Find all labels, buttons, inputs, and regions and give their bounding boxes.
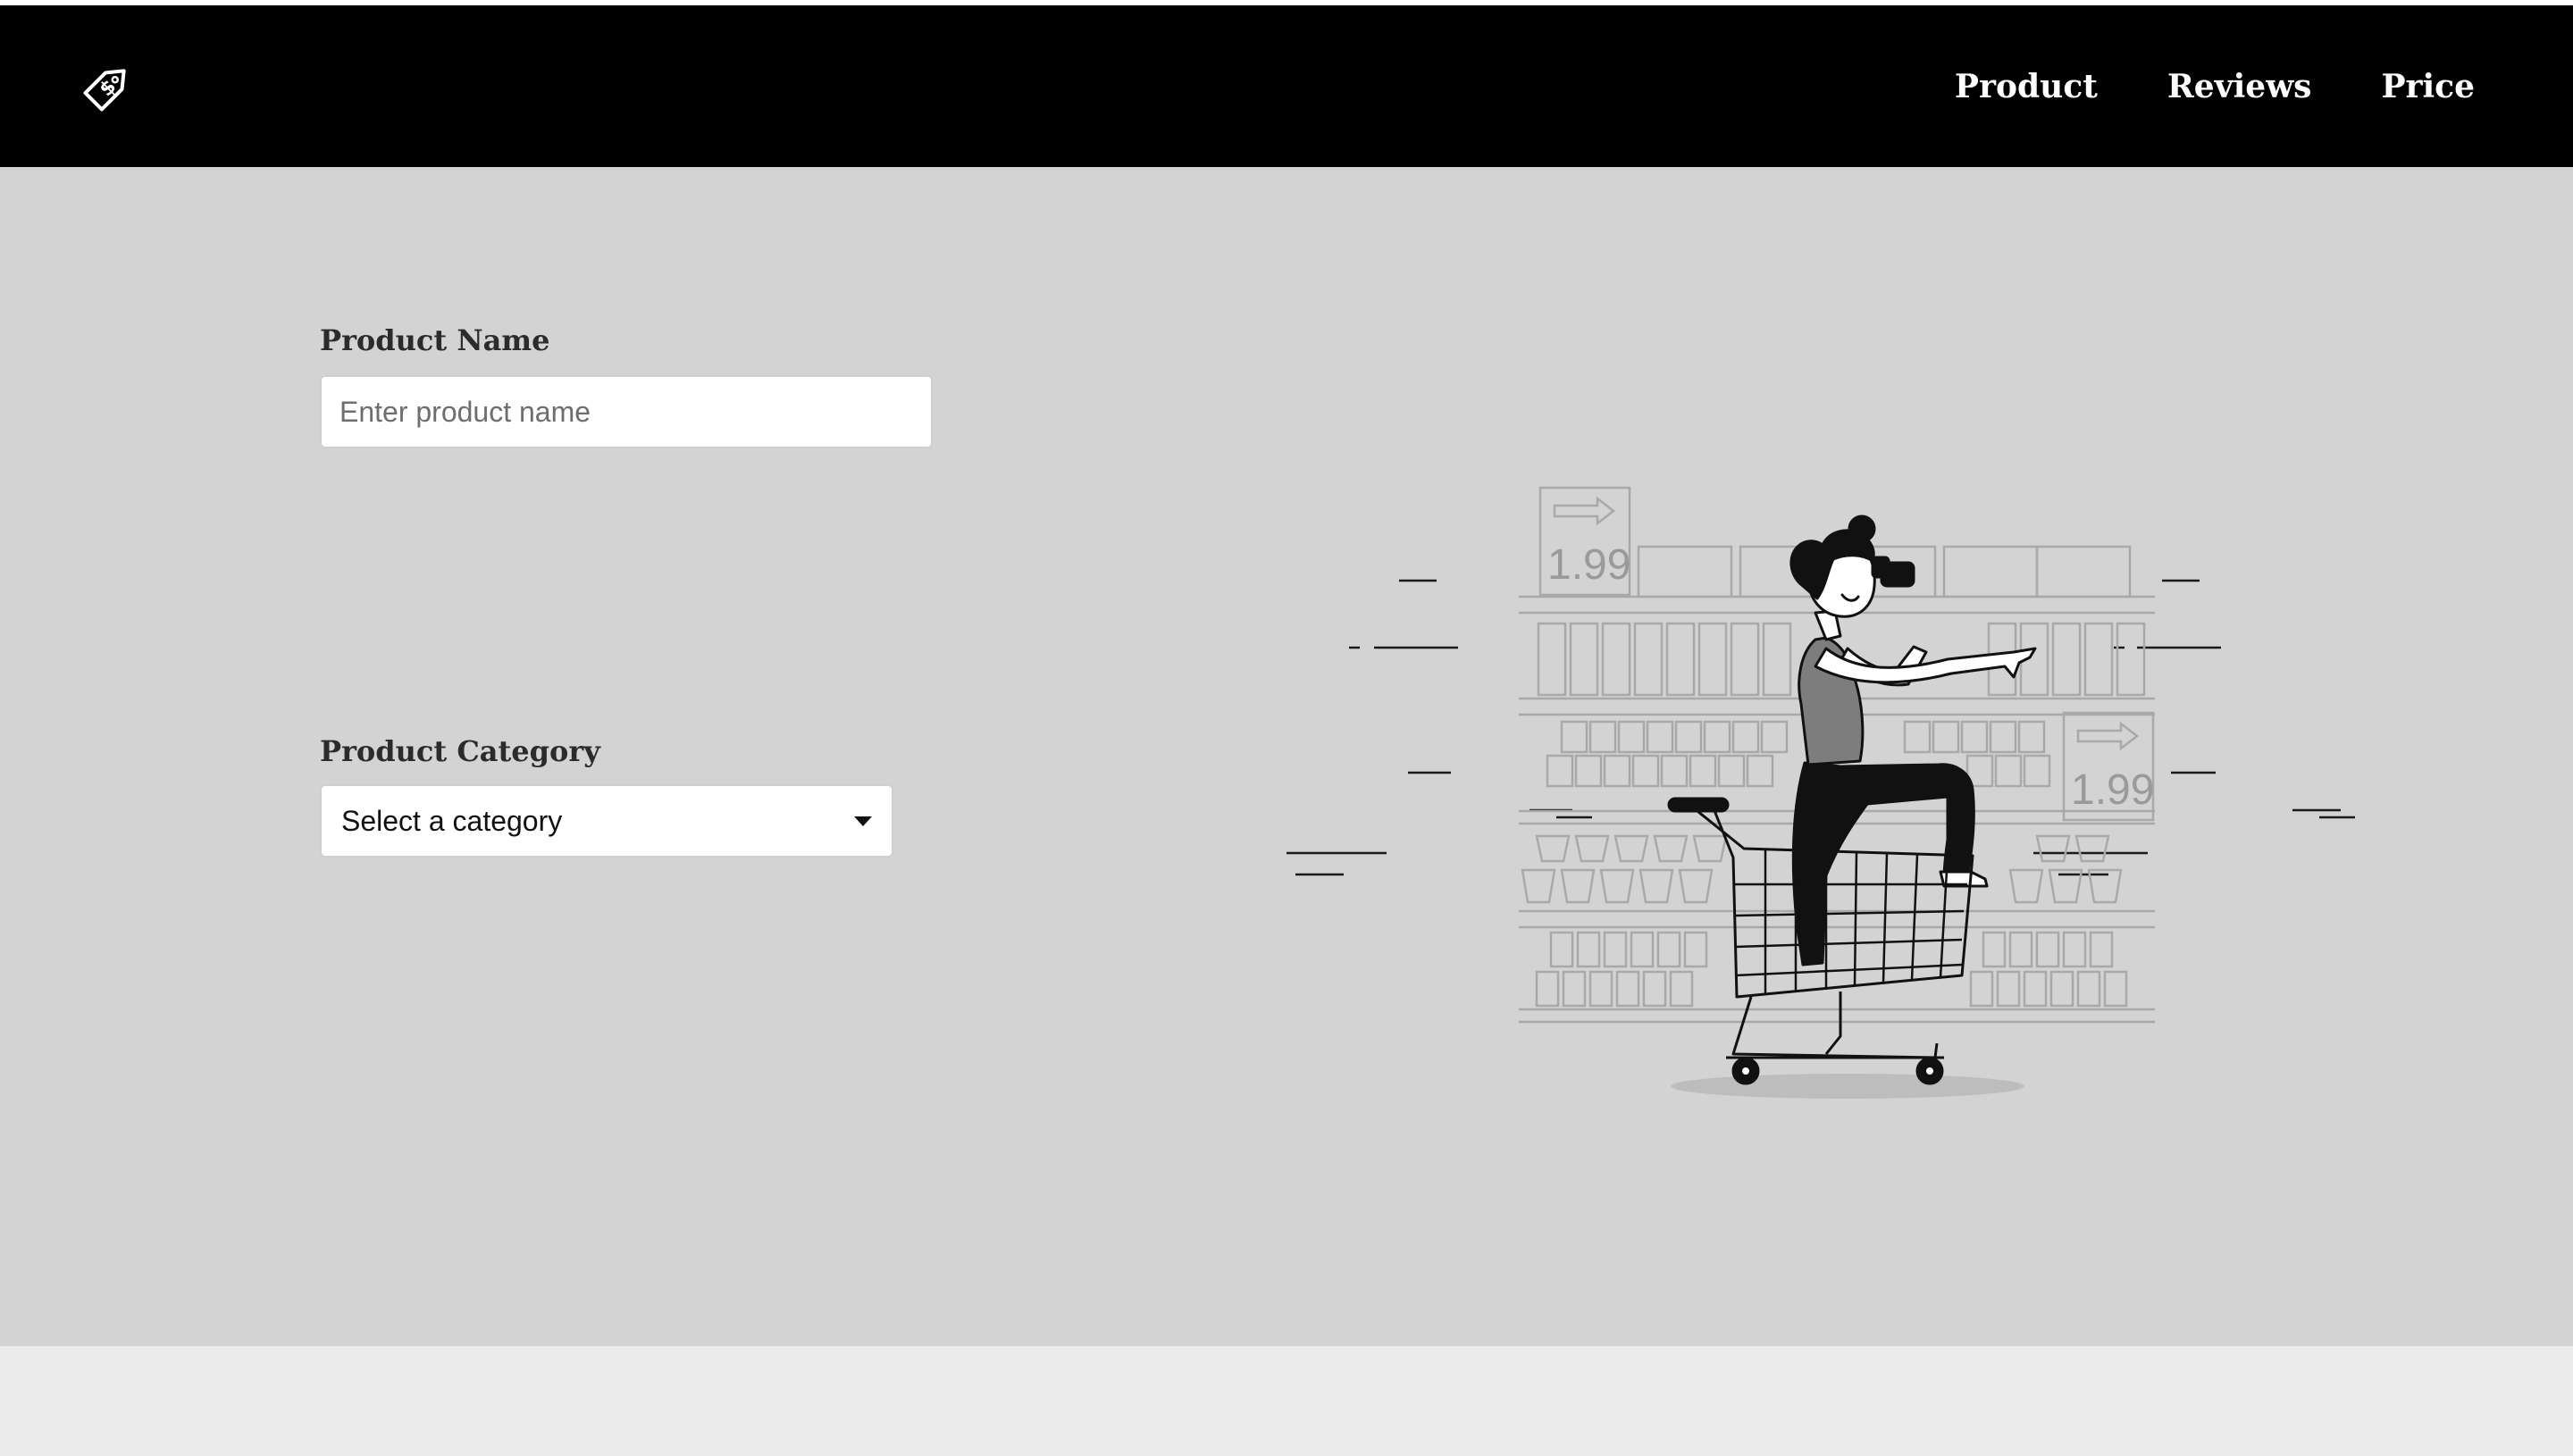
product-category-select[interactable]: Select a category — [320, 784, 893, 858]
product-category-selected: Select a category — [341, 804, 563, 837]
navbar: $ Product Reviews Price — [0, 5, 2573, 167]
nav-link-reviews[interactable]: Reviews — [2167, 68, 2312, 105]
price-tag-dollar-icon[interactable]: $ — [75, 54, 141, 120]
nav-link-price[interactable]: Price — [2381, 68, 2475, 105]
floor-shadow — [1671, 1074, 2024, 1099]
caret-down-icon — [854, 816, 872, 826]
product-name-label: Product Name — [320, 323, 550, 357]
product-name-input[interactable] — [320, 375, 933, 448]
nav-link-product[interactable]: Product — [1955, 68, 2098, 105]
footer-band — [0, 1346, 2573, 1456]
price-tag-left: 1.99 — [1547, 541, 1630, 589]
price-tag-right: 1.99 — [2071, 766, 2154, 814]
woman-figure — [1789, 515, 2037, 966]
nav-links: Product Reviews Price — [1955, 68, 2475, 105]
shopping-illustration: 1.99 1.99 — [1286, 486, 2355, 1099]
product-category-label: Product Category — [320, 734, 600, 768]
